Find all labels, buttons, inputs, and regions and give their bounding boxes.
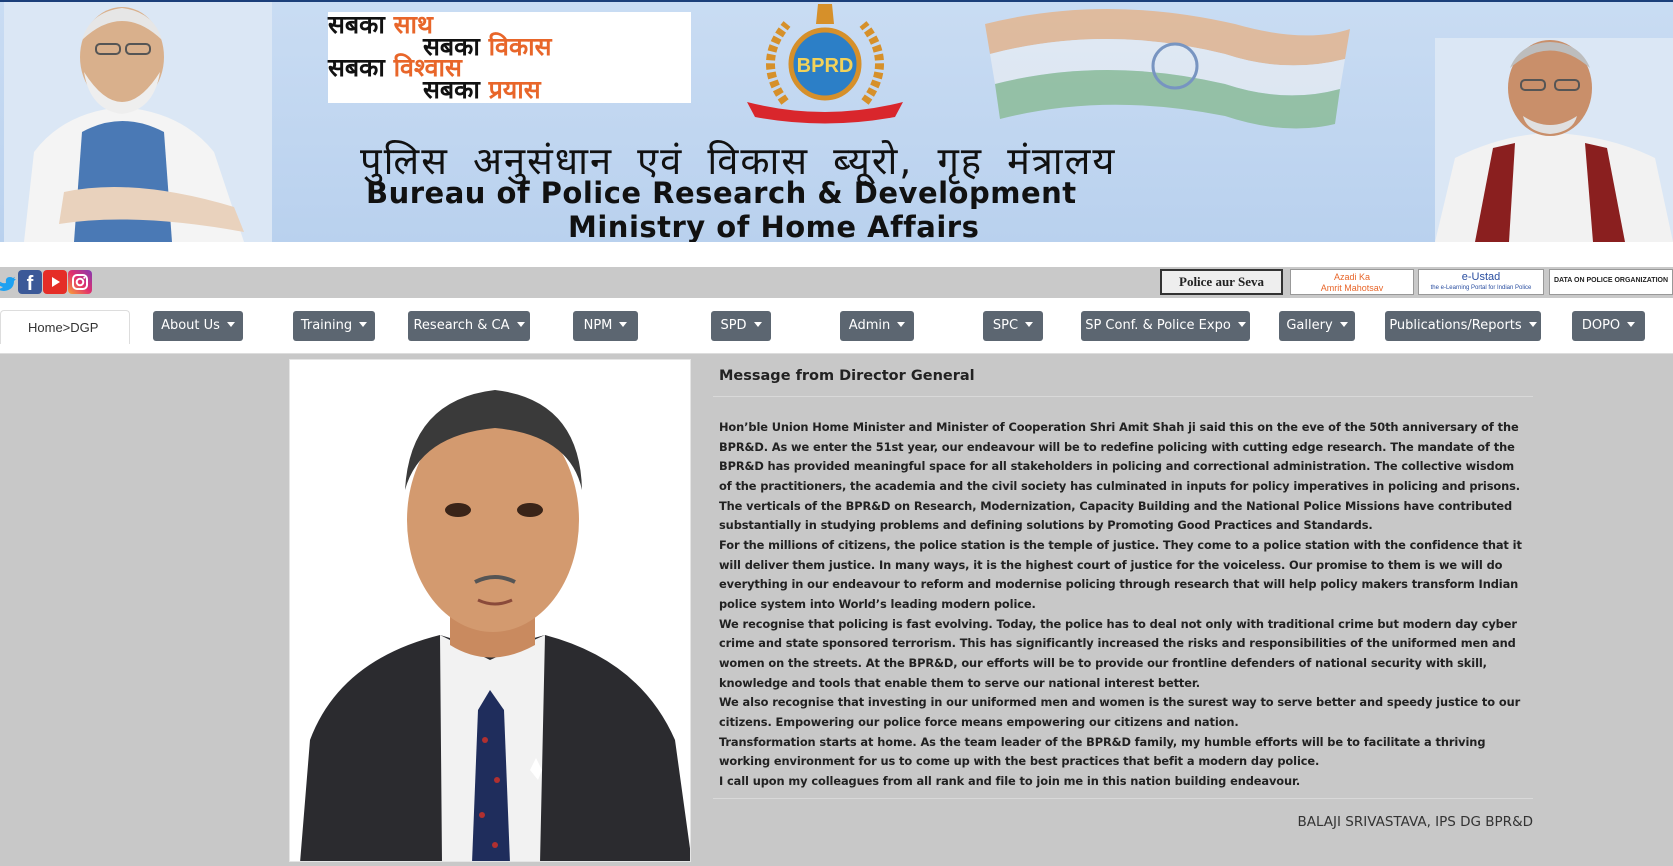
flag-image bbox=[985, 9, 1350, 129]
nav-sp-conf-police-expo[interactable]: SP Conf. & Police Expo bbox=[1081, 311, 1250, 341]
nav-training[interactable]: Training bbox=[293, 311, 375, 341]
azadi-ka-amrit-mahotsav-link[interactable]: Azadi Ka Amrit Mahotsav bbox=[1290, 269, 1414, 295]
message-paragraph: For the millions of citizens, the police… bbox=[719, 538, 1522, 612]
signature: BALAJI SRIVASTAVA, IPS DG BPR&D bbox=[1297, 814, 1533, 830]
portrait-image bbox=[290, 360, 690, 861]
nav-spc[interactable]: SPC bbox=[983, 311, 1043, 341]
english-title-line1: Bureau of Police Research & Development bbox=[366, 176, 1077, 210]
breadcrumb-tab[interactable]: Home>DGP bbox=[0, 310, 130, 344]
data-on-police-organization-link[interactable]: DATA ON POLICE ORGANIZATION bbox=[1549, 269, 1673, 295]
divider bbox=[713, 396, 1533, 397]
bprd-emblem-logo: BPRD bbox=[747, 4, 903, 124]
social-partner-strip: f Police aur Seva Azadi Ka Amrit Mahotsa… bbox=[0, 267, 1673, 298]
camera-icon bbox=[72, 274, 88, 290]
caret-down-icon bbox=[1627, 322, 1636, 327]
header-banner: सबका साथ सबका विकास सबका विश्वास सबका प्… bbox=[0, 0, 1673, 242]
right-portrait-image bbox=[1435, 38, 1673, 242]
caret-down-icon bbox=[1528, 322, 1537, 327]
slogan-line: सबका विकास bbox=[423, 31, 552, 61]
nav-admin[interactable]: Admin bbox=[840, 311, 914, 341]
nav-about-us[interactable]: About Us bbox=[153, 311, 243, 341]
e-ustad-link[interactable]: e-Ustad the e-Learning Portal for Indian… bbox=[1418, 269, 1544, 295]
instagram-icon[interactable] bbox=[68, 270, 92, 294]
slogan-line: सबका प्रयास bbox=[423, 74, 541, 104]
police-aur-seva-link[interactable]: Police aur Seva bbox=[1160, 269, 1283, 295]
nav-research-ca[interactable]: Research & CA bbox=[408, 311, 530, 341]
divider bbox=[713, 798, 1533, 799]
message-paragraph: We recognise that policing is fast evolv… bbox=[719, 616, 1517, 690]
slogan-box: सबका साथ सबका विकास सबका विश्वास सबका प्… bbox=[328, 12, 691, 103]
message-paragraph: I call upon my colleagues from all rank … bbox=[719, 774, 1301, 789]
twitter-icon[interactable] bbox=[0, 272, 16, 296]
nav-spd[interactable]: SPD bbox=[711, 311, 771, 341]
caret-down-icon bbox=[1237, 322, 1246, 327]
caret-down-icon bbox=[897, 322, 906, 327]
message-body: Hon’ble Union Home Minister and Minister… bbox=[719, 418, 1529, 792]
message-paragraph: Hon’ble Union Home Minister and Minister… bbox=[719, 420, 1521, 533]
caret-down-icon bbox=[359, 322, 368, 327]
caret-down-icon bbox=[1025, 322, 1034, 327]
nav-gallery[interactable]: Gallery bbox=[1279, 311, 1355, 341]
caret-down-icon bbox=[516, 322, 525, 327]
left-portrait-image bbox=[4, 2, 272, 242]
svg-text:BPRD: BPRD bbox=[797, 55, 854, 77]
nav-npm[interactable]: NPM bbox=[573, 311, 638, 341]
message-paragraph: Transformation starts at home. As the te… bbox=[719, 734, 1486, 769]
caret-down-icon bbox=[753, 322, 762, 327]
english-title-line2: Ministry of Home Affairs bbox=[568, 210, 980, 242]
message-title: Message from Director General bbox=[719, 368, 975, 384]
play-icon bbox=[52, 277, 60, 287]
director-general-photo bbox=[289, 359, 691, 862]
youtube-icon[interactable] bbox=[43, 270, 67, 294]
main-content: Message from Director General Hon’ble Un… bbox=[0, 354, 1673, 866]
message-paragraph: We also recognise that investing in our … bbox=[719, 695, 1521, 730]
nav-publications-reports[interactable]: Publications/Reports bbox=[1385, 311, 1541, 341]
nav-dopo[interactable]: DOPO bbox=[1572, 311, 1645, 341]
caret-down-icon bbox=[226, 322, 235, 327]
facebook-icon[interactable]: f bbox=[18, 270, 42, 295]
main-navbar: Home>DGP About Us Training Research & CA… bbox=[0, 298, 1673, 354]
caret-down-icon bbox=[1339, 322, 1348, 327]
caret-down-icon bbox=[619, 322, 628, 327]
